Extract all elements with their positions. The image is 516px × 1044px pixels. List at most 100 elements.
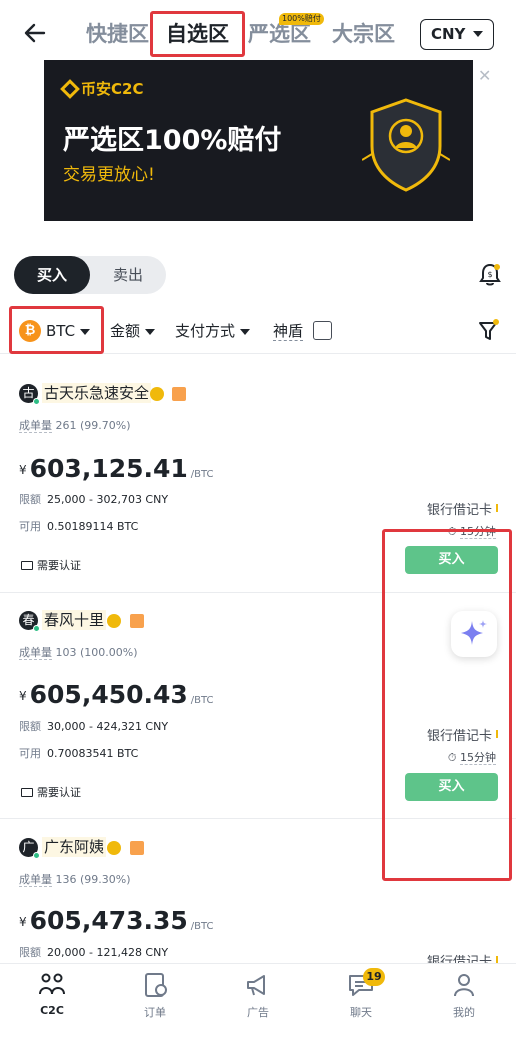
merchant-badge-icon — [130, 841, 144, 855]
currency-symbol: ¥ — [19, 915, 27, 929]
avatar-initial: 春 — [22, 613, 35, 627]
available-value: 0.70083541 BTC — [47, 747, 139, 760]
merchant-avatar[interactable]: 广 — [19, 838, 40, 859]
limit-row: 限额 25,000 - 302,703 CNY — [19, 491, 168, 507]
id-card-icon — [21, 787, 33, 797]
svg-text:$: $ — [487, 270, 492, 279]
currency-label: CNY — [431, 25, 466, 43]
buy-sell-toggle[interactable]: 买入 卖出 — [14, 256, 166, 294]
orders-value: 103 (100.00%) — [55, 646, 138, 659]
banner-close-icon[interactable]: ✕ — [478, 66, 491, 85]
price-unit: /BTC — [190, 695, 214, 706]
available-label: 可用 — [19, 520, 41, 533]
nav-c2c[interactable]: C2C — [22, 972, 82, 1017]
verified-badge-icon — [107, 841, 121, 855]
listing-price: ¥605,473.35/BTC — [19, 906, 214, 935]
merchant-name[interactable]: 广东阿姨 — [42, 837, 107, 857]
available-value: 0.50189114 BTC — [47, 520, 139, 533]
caret-down-icon — [473, 31, 483, 37]
online-dot — [33, 625, 40, 632]
merchant-badge-icon — [172, 387, 186, 401]
compensation-badge: 100%赔付 — [279, 13, 324, 25]
verification-required: 需要认证 — [21, 784, 81, 800]
currency-selector[interactable]: CNY — [420, 19, 494, 50]
id-card-icon — [21, 560, 33, 570]
limit-label: 限额 — [19, 493, 41, 506]
verification-label: 需要认证 — [37, 559, 81, 572]
payment-label: 支付方式 — [175, 322, 236, 340]
currency-symbol: ¥ — [19, 689, 27, 703]
orders-label: 成单量 — [19, 873, 52, 887]
available-row: 可用 0.70083541 BTC — [19, 745, 138, 761]
buy-tab[interactable]: 买入 — [14, 256, 90, 294]
banner-brand-label: 币安C2C — [81, 80, 144, 98]
tab-quick[interactable]: 快捷区 — [86, 20, 149, 48]
available-label: 可用 — [19, 747, 41, 760]
orders-value: 136 (99.30%) — [55, 873, 131, 886]
online-dot — [33, 398, 40, 405]
caret-down-icon — [145, 328, 156, 335]
verified-badge-icon — [107, 614, 121, 628]
nav-label: C2C — [40, 1004, 64, 1017]
shendun-checkbox[interactable] — [313, 321, 332, 340]
verified-badge-icon — [150, 387, 164, 401]
nav-label: 我的 — [453, 1006, 475, 1019]
avatar-initial: 古 — [22, 386, 35, 400]
limit-value: 20,000 - 121,428 CNY — [47, 946, 169, 959]
currency-symbol: ¥ — [19, 463, 27, 477]
profile-icon — [454, 974, 474, 997]
price-value: 603,125.41 — [29, 454, 188, 483]
orders-label: 成单量 — [19, 646, 52, 660]
nav-ads[interactable]: 广告 — [228, 972, 288, 1020]
order-stats: 成单量 136 (99.30%) — [19, 871, 131, 887]
verification-required: 需要认证 — [21, 557, 81, 573]
payment-filter[interactable]: 支付方式 — [175, 320, 251, 342]
limit-value: 25,000 - 302,703 CNY — [47, 493, 169, 506]
users-icon — [39, 973, 65, 995]
available-row: 可用 0.50189114 BTC — [19, 518, 138, 534]
payment-color-bar — [496, 504, 498, 512]
nav-profile[interactable]: 我的 — [434, 972, 494, 1020]
avatar-initial: 广 — [22, 840, 35, 854]
price-value: 605,473.35 — [29, 906, 188, 935]
order-stats: 成单量 261 (99.70%) — [19, 417, 131, 433]
tab-bulk[interactable]: 大宗区 — [332, 20, 395, 48]
promo-banner[interactable]: 币安C2C 严选区100%赔付 交易更放心! — [44, 60, 473, 221]
merchant-name[interactable]: 春风十里 — [42, 610, 107, 630]
payment-label: 银行借记卡 — [426, 503, 492, 518]
orders-icon — [145, 973, 167, 997]
price-value: 605,450.43 — [29, 680, 188, 709]
merchant-avatar[interactable]: 春 — [19, 611, 40, 632]
binance-logo-icon — [60, 78, 80, 99]
top-bar: 快捷区 自选区 严选区 100%赔付 大宗区 CNY — [0, 0, 516, 60]
back-arrow-icon[interactable] — [22, 20, 48, 46]
price-unit: /BTC — [190, 921, 214, 932]
order-stats: 成单量 103 (100.00%) — [19, 644, 138, 660]
nav-orders[interactable]: 订单 — [125, 972, 185, 1020]
listing-price: ¥605,450.43/BTC — [19, 680, 214, 709]
nav-label: 订单 — [144, 1006, 166, 1019]
caret-down-icon — [240, 328, 251, 335]
highlight-box-buy-column — [382, 529, 512, 881]
merchant-name[interactable]: 古天乐急速安全 — [42, 383, 152, 403]
filter-funnel-icon[interactable] — [478, 318, 500, 342]
price-alert-bell-icon[interactable]: $ — [478, 262, 502, 288]
payment-method: 银行借记卡 — [427, 499, 498, 518]
nav-label: 广告 — [247, 1006, 269, 1019]
nav-label: 聊天 — [350, 1006, 372, 1019]
megaphone-icon — [247, 975, 265, 996]
highlight-box-tab — [150, 11, 245, 57]
banner-subtitle: 交易更放心! — [63, 165, 155, 185]
orders-label: 成单量 — [19, 419, 52, 433]
online-dot — [33, 852, 40, 859]
amount-filter[interactable]: 金额 — [110, 320, 156, 342]
amount-label: 金额 — [110, 322, 141, 340]
limit-value: 30,000 - 424,321 CNY — [47, 720, 169, 733]
limit-row: 限额 20,000 - 121,428 CNY — [19, 944, 168, 960]
sell-tab[interactable]: 卖出 — [90, 256, 166, 294]
shendun-filter[interactable]: 神盾 — [273, 320, 304, 342]
merchant-avatar[interactable]: 古 — [19, 384, 40, 405]
listing-price: ¥603,125.41/BTC — [19, 454, 214, 483]
chat-unread-badge: 19 — [363, 968, 385, 986]
limit-label: 限额 — [19, 720, 41, 733]
